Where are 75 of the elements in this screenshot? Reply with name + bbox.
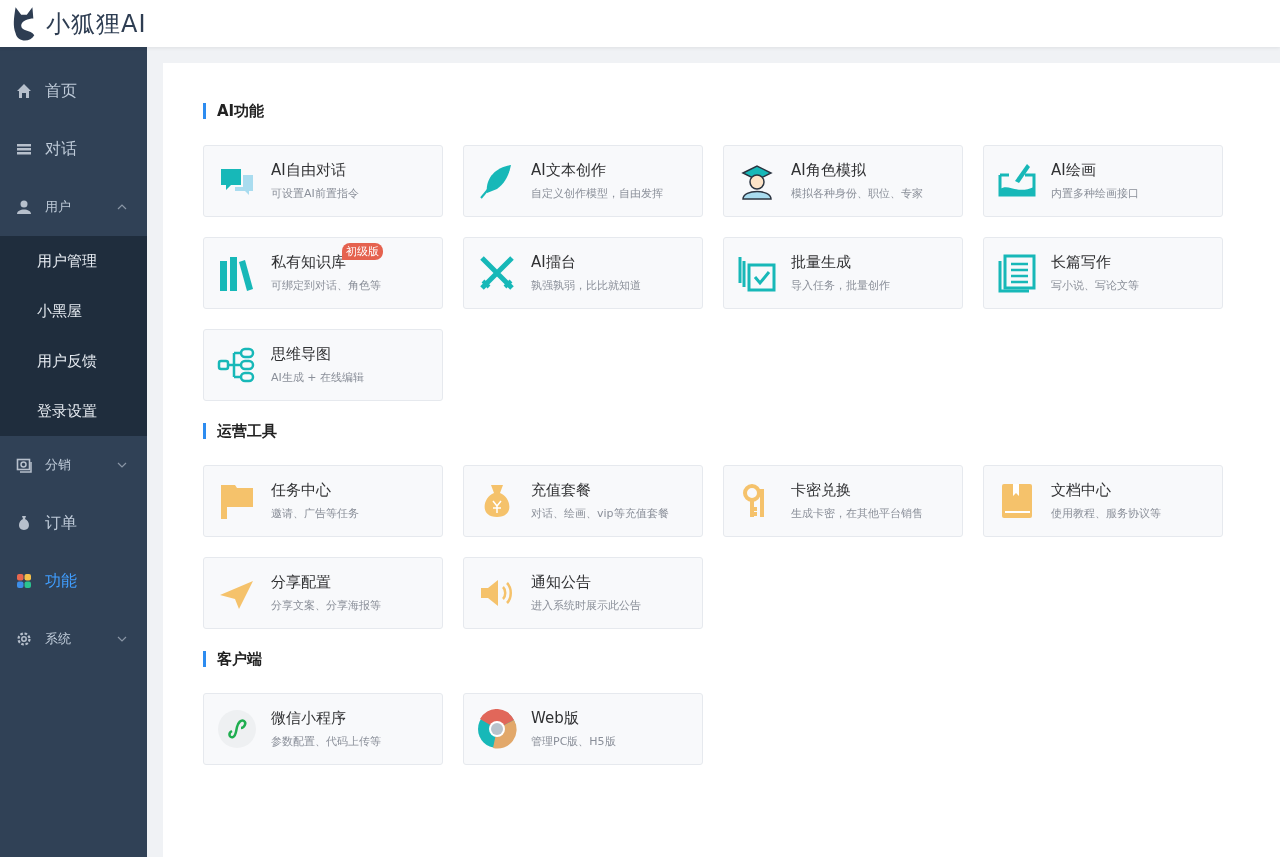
card-title: 微信小程序 (271, 709, 346, 728)
menu-item[interactable]: 首页 (0, 62, 147, 120)
book-pages-icon (997, 253, 1037, 293)
menu-item[interactable]: 功能 (0, 552, 147, 610)
card-description: 使用教程、服务协议等 (1051, 506, 1161, 521)
menu-item[interactable]: 系统 (0, 610, 147, 668)
card-description: 可设置AI前置指令 (271, 186, 359, 201)
card-description: 孰强孰弱，比比就知道 (531, 278, 641, 293)
grid-icon (16, 573, 32, 589)
submenu-item[interactable]: 登录设置 (0, 386, 147, 436)
card-title: 思维导图 (271, 345, 331, 364)
card-description: 生成卡密，在其他平台销售 (791, 506, 923, 521)
feature-card[interactable]: AI擂台 孰强孰弱，比比就知道 (463, 237, 703, 309)
card-description: AI生成 + 在线编辑 (271, 370, 364, 385)
gear-icon (16, 631, 32, 647)
card-title: Web版 (531, 709, 579, 728)
feature-card[interactable]: AI文本创作 自定义创作模型，自由发挥 (463, 145, 703, 217)
menu-item[interactable]: 用户 (0, 178, 147, 236)
card-title: AI绘画 (1051, 161, 1096, 180)
feature-card[interactable]: 任务中心 邀请、广告等任务 (203, 465, 443, 537)
card-title: 分享配置 (271, 573, 331, 592)
money-bag-icon (16, 515, 32, 531)
card-description: 参数配置、代码上传等 (271, 734, 381, 749)
card-title: AI自由对话 (271, 161, 346, 180)
card-description: 对话、绘画、vip等充值套餐 (531, 506, 669, 521)
submenu-item[interactable]: 用户管理 (0, 236, 147, 286)
card-title: 通知公告 (531, 573, 591, 592)
feature-card[interactable]: AI角色模拟 模拟各种身份、职位、专家 (723, 145, 963, 217)
card-description: 写小说、写论文等 (1051, 278, 1139, 293)
list-icon (16, 141, 32, 157)
feature-card[interactable]: 充值套餐 对话、绘画、vip等充值套餐 (463, 465, 703, 537)
card-title: AI角色模拟 (791, 161, 866, 180)
feature-card[interactable]: 分享配置 分享文案、分享海报等 (203, 557, 443, 629)
mind-map-icon (217, 345, 257, 385)
menu-item[interactable]: 对话 (0, 120, 147, 178)
card-description: 分享文案、分享海报等 (271, 598, 381, 613)
feature-card[interactable]: AI绘画 内置多种绘画接口 (983, 145, 1223, 217)
submenu-item[interactable]: 小黑屋 (0, 286, 147, 336)
section-title: 客户端 (203, 651, 1240, 667)
logo-text: 小狐狸AI (46, 8, 147, 40)
feature-card[interactable]: 通知公告 进入系统时展示此公告 (463, 557, 703, 629)
card-description: 内置多种绘画接口 (1051, 186, 1139, 201)
version-badge: 初级版 (342, 243, 383, 260)
card-title: 任务中心 (271, 481, 331, 500)
menu-item[interactable]: 分销 (0, 436, 147, 494)
card-description: 自定义创作模型，自由发挥 (531, 186, 663, 201)
card-description: 导入任务，批量创作 (791, 278, 890, 293)
card-title: 批量生成 (791, 253, 851, 272)
card-title: AI文本创作 (531, 161, 606, 180)
card-title: 充值套餐 (531, 481, 591, 500)
section-title: AI功能 (203, 103, 1240, 119)
browser-logo-icon (477, 709, 517, 749)
feature-card[interactable]: 长篇写作 写小说、写论文等 (983, 237, 1223, 309)
submenu-item[interactable]: 用户反馈 (0, 336, 147, 386)
feature-card[interactable]: Web版 管理PC版、H5版 (463, 693, 703, 765)
feature-card[interactable]: AI自由对话 可设置AI前置指令 (203, 145, 443, 217)
card-description: 进入系统时展示此公告 (531, 598, 641, 613)
menu-item[interactable]: 订单 (0, 494, 147, 552)
home-icon (16, 83, 32, 99)
card-title: 文档中心 (1051, 481, 1111, 500)
feature-card[interactable]: 批量生成 导入任务，批量创作 (723, 237, 963, 309)
card-description: 管理PC版、H5版 (531, 734, 616, 749)
section-title: 运营工具 (203, 423, 1240, 439)
user-icon (16, 199, 32, 215)
feature-card[interactable]: 思维导图 AI生成 + 在线编辑 (203, 329, 443, 401)
card-description: 可绑定到对话、角色等 (271, 278, 381, 293)
card-title: 长篇写作 (1051, 253, 1111, 272)
card-title: AI擂台 (531, 253, 576, 272)
link-icon (217, 709, 257, 749)
card-title: 卡密兑换 (791, 481, 851, 500)
feature-card[interactable]: 文档中心 使用教程、服务协议等 (983, 465, 1223, 537)
card-description: 模拟各种身份、职位、专家 (791, 186, 923, 201)
feature-card[interactable]: 微信小程序 参数配置、代码上传等 (203, 693, 443, 765)
feature-card[interactable]: 卡密兑换 生成卡密，在其他平台销售 (723, 465, 963, 537)
card-description: 邀请、广告等任务 (271, 506, 359, 521)
